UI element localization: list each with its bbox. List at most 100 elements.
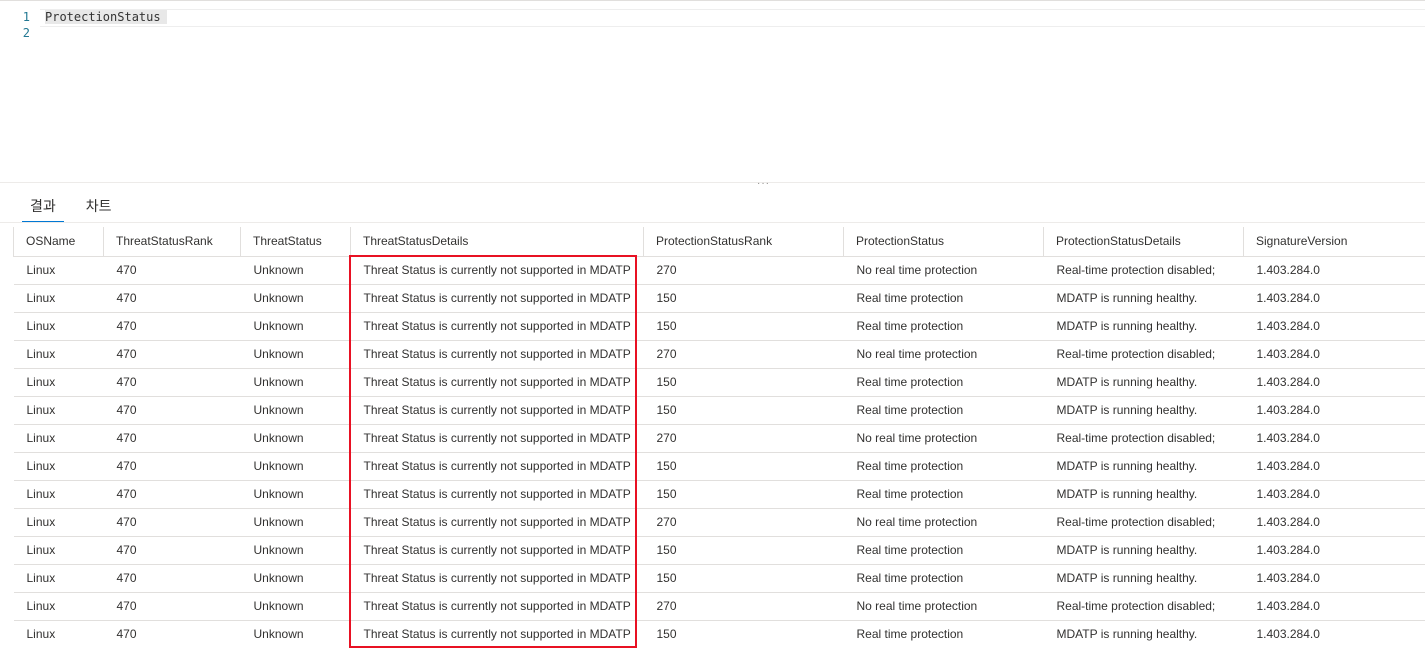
table-cell[interactable]: Real time protection [843, 283, 1044, 312]
table-cell[interactable]: No real time protection [843, 423, 1044, 452]
table-row[interactable]: Linux 470 Unknown Threat Status is currentl… [13, 283, 1425, 312]
table-cell[interactable]: 270 [643, 255, 844, 284]
table-cell[interactable]: 470 [103, 507, 241, 536]
table-cell[interactable]: 150 [643, 451, 844, 480]
table-cell[interactable]: Unknown [240, 423, 351, 452]
table-row[interactable]: Linux 470 Unknown Threat Status is currentl… [13, 311, 1425, 340]
table-cell[interactable]: 470 [103, 535, 241, 564]
table-cell[interactable]: 270 [643, 339, 844, 368]
table-row[interactable]: Linux 470 Unknown Threat Status is currentl… [13, 591, 1425, 620]
table-cell[interactable]: 270 [643, 507, 844, 536]
table-row[interactable]: Linux 470 Unknown Threat Status is currentl… [13, 619, 1425, 648]
table-cell[interactable]: Linux [13, 423, 104, 452]
table-cell[interactable]: Threat Status is currently not supported… [350, 619, 644, 648]
table-cell[interactable]: Linux [13, 283, 104, 312]
column-header[interactable]: ProtectionStatusDetails [1043, 227, 1244, 256]
splitter-grip-icon[interactable]: ··· [757, 178, 770, 189]
table-row[interactable]: Linux 470 Unknown Threat Status is currentl… [13, 339, 1425, 368]
column-header[interactable]: ProtectionStatus [843, 227, 1044, 256]
table-cell[interactable]: Linux [13, 591, 104, 620]
table-cell[interactable]: Unknown [240, 535, 351, 564]
table-cell[interactable]: Unknown [240, 311, 351, 340]
table-cell[interactable]: 1.403.284.0 [1243, 367, 1425, 396]
table-cell[interactable]: Real time protection [843, 535, 1044, 564]
table-cell[interactable]: Unknown [240, 591, 351, 620]
table-cell[interactable]: 150 [643, 479, 844, 508]
table-cell[interactable]: 150 [643, 367, 844, 396]
table-cell[interactable]: Linux [13, 367, 104, 396]
table-cell[interactable]: 470 [103, 423, 241, 452]
table-cell[interactable]: Threat Status is currently not supported… [350, 311, 644, 340]
table-row[interactable]: Linux 470 Unknown Threat Status is currentl… [13, 423, 1425, 452]
table-cell[interactable]: Real time protection [843, 311, 1044, 340]
table-cell[interactable]: Real time protection [843, 395, 1044, 424]
table-cell[interactable]: 1.403.284.0 [1243, 535, 1425, 564]
editor-line[interactable]: 1 ProtectionStatus [0, 9, 1425, 27]
table-cell[interactable]: 1.403.284.0 [1243, 423, 1425, 452]
table-cell[interactable]: Unknown [240, 479, 351, 508]
table-cell[interactable]: 150 [643, 535, 844, 564]
table-cell[interactable]: Threat Status is currently not supported… [350, 507, 644, 536]
table-cell[interactable]: Threat Status is currently not supported… [350, 283, 644, 312]
table-cell[interactable]: 1.403.284.0 [1243, 283, 1425, 312]
table-row[interactable]: Linux 470 Unknown Threat Status is currentl… [13, 395, 1425, 424]
table-cell[interactable]: Unknown [240, 255, 351, 284]
table-cell[interactable]: 150 [643, 283, 844, 312]
table-cell[interactable]: MDATP is running healthy. [1043, 367, 1244, 396]
column-header[interactable]: ProtectionStatusRank [643, 227, 844, 256]
editor-line[interactable]: 2 [0, 25, 1425, 41]
pane-splitter[interactable]: ··· [0, 178, 1425, 189]
table-cell[interactable]: Threat Status is currently not supported… [350, 423, 644, 452]
table-cell[interactable]: Threat Status is currently not supported… [350, 451, 644, 480]
table-cell[interactable]: 470 [103, 367, 241, 396]
table-cell[interactable]: No real time protection [843, 507, 1044, 536]
table-cell[interactable]: Unknown [240, 339, 351, 368]
table-cell[interactable]: Real-time protection disabled; [1043, 255, 1244, 284]
table-row[interactable]: Linux 470 Unknown Threat Status is currentl… [13, 507, 1425, 536]
table-cell[interactable]: Unknown [240, 367, 351, 396]
table-cell[interactable]: 1.403.284.0 [1243, 339, 1425, 368]
table-cell[interactable]: Linux [13, 563, 104, 592]
table-row[interactable]: Linux 470 Unknown Threat Status is currentl… [13, 451, 1425, 480]
table-cell[interactable]: 470 [103, 283, 241, 312]
table-cell[interactable]: 150 [643, 311, 844, 340]
column-header[interactable]: ThreatStatusDetails [350, 227, 644, 256]
table-cell[interactable]: MDATP is running healthy. [1043, 395, 1244, 424]
table-cell[interactable]: 470 [103, 451, 241, 480]
table-row[interactable]: Linux 470 Unknown Threat Status is currentl… [13, 479, 1425, 508]
table-cell[interactable]: Real-time protection disabled; [1043, 507, 1244, 536]
table-cell[interactable]: MDATP is running healthy. [1043, 311, 1244, 340]
column-header[interactable]: OSName [13, 227, 104, 256]
table-cell[interactable]: Real-time protection disabled; [1043, 591, 1244, 620]
table-row[interactable]: Linux 470 Unknown Threat Status is currentl… [13, 563, 1425, 592]
table-cell[interactable]: Unknown [240, 619, 351, 648]
table-cell[interactable]: Threat Status is currently not supported… [350, 339, 644, 368]
query-text[interactable]: ProtectionStatus [45, 9, 167, 25]
table-cell[interactable]: Real time protection [843, 619, 1044, 648]
table-cell[interactable]: 150 [643, 619, 844, 648]
table-cell[interactable]: Real time protection [843, 367, 1044, 396]
table-cell[interactable]: Threat Status is currently not supported… [350, 535, 644, 564]
table-cell[interactable]: Threat Status is currently not supported… [350, 563, 644, 592]
table-cell[interactable]: Real time protection [843, 479, 1044, 508]
table-cell[interactable]: MDATP is running healthy. [1043, 535, 1244, 564]
table-cell[interactable]: Real-time protection disabled; [1043, 423, 1244, 452]
table-cell[interactable]: Unknown [240, 563, 351, 592]
table-cell[interactable]: Unknown [240, 395, 351, 424]
table-cell[interactable]: MDATP is running healthy. [1043, 451, 1244, 480]
table-cell[interactable]: Linux [13, 339, 104, 368]
table-cell[interactable]: Unknown [240, 451, 351, 480]
table-cell[interactable]: 1.403.284.0 [1243, 507, 1425, 536]
table-cell[interactable]: 1.403.284.0 [1243, 451, 1425, 480]
table-cell[interactable]: MDATP is running healthy. [1043, 563, 1244, 592]
table-cell[interactable]: Linux [13, 479, 104, 508]
table-cell[interactable]: Real time protection [843, 563, 1044, 592]
table-cell[interactable]: 1.403.284.0 [1243, 591, 1425, 620]
table-cell[interactable]: 1.403.284.0 [1243, 619, 1425, 648]
table-cell[interactable]: Threat Status is currently not supported… [350, 395, 644, 424]
table-cell[interactable]: Threat Status is currently not supported… [350, 479, 644, 508]
table-cell[interactable]: 470 [103, 479, 241, 508]
table-cell[interactable]: MDATP is running healthy. [1043, 479, 1244, 508]
column-header[interactable]: ThreatStatusRank [103, 227, 241, 256]
table-cell[interactable]: 470 [103, 339, 241, 368]
